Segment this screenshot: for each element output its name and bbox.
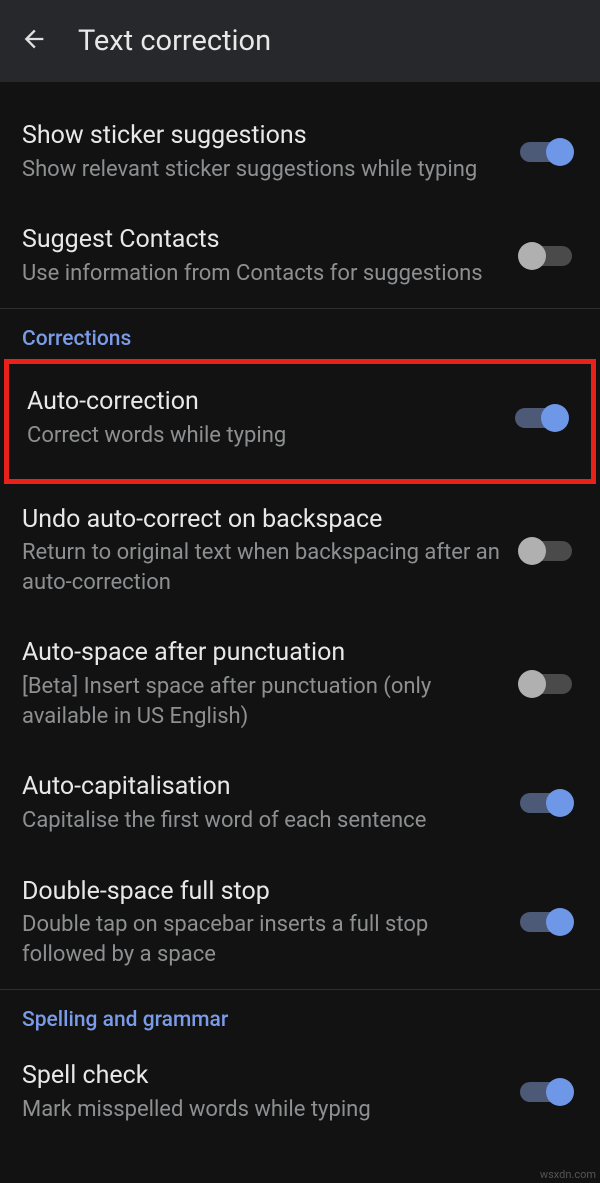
row-undo-auto-correct[interactable]: Undo auto-correct on backspace Return to… [0,484,600,618]
setting-subtitle: Capitalise the first word of each senten… [22,806,504,836]
row-spell-check[interactable]: Spell check Mark misspelled words while … [0,1040,600,1132]
row-auto-space-punctuation[interactable]: Auto-space after punctuation [Beta] Inse… [0,617,600,751]
setting-subtitle: Correct words while typing [27,421,499,451]
setting-subtitle: [Beta] Insert space after punctuation (o… [22,672,504,731]
watermark: wsxdn.com [540,1168,596,1181]
setting-subtitle: Show relevant sticker suggestions while … [22,155,504,185]
setting-title: Undo auto-correct on backspace [22,504,504,537]
settings-list: Show sticker suggestions Show relevant s… [0,82,600,1133]
toggle-auto-capitalisation[interactable] [520,793,572,813]
setting-title: Auto-capitalisation [22,771,504,804]
toggle-auto-correction[interactable] [515,408,567,428]
toggle-spell-check[interactable] [520,1082,572,1102]
row-auto-correction[interactable]: Auto-correction Correct words while typi… [9,364,591,478]
row-double-space-full-stop[interactable]: Double-space full stop Double tap on spa… [0,856,600,990]
setting-subtitle: Double tap on spacebar inserts a full st… [22,910,504,969]
row-auto-capitalisation[interactable]: Auto-capitalisation Capitalise the first… [0,751,600,855]
toggle-undo-auto-correct[interactable] [520,541,572,561]
setting-title: Spell check [22,1060,504,1093]
toggle-double-space-full-stop[interactable] [520,912,572,932]
section-header-corrections: Corrections [0,309,600,359]
setting-subtitle: Use information from Contacts for sugges… [22,259,504,289]
setting-title: Suggest Contacts [22,224,504,257]
row-show-sticker-suggestions[interactable]: Show sticker suggestions Show relevant s… [0,100,600,204]
back-arrow-icon[interactable] [20,25,48,57]
setting-title: Auto-space after punctuation [22,637,504,670]
setting-title: Double-space full stop [22,876,504,909]
setting-subtitle: Return to original text when backspacing… [22,538,504,597]
section-header-spelling-and-grammar: Spelling and grammar [0,990,600,1040]
toggle-suggest-contacts[interactable] [520,246,572,266]
page-title: Text correction [78,24,271,58]
row-suggest-contacts[interactable]: Suggest Contacts Use information from Co… [0,204,600,308]
setting-subtitle: Mark misspelled words while typing [22,1095,504,1125]
setting-title: Auto-correction [27,386,499,419]
toggle-show-sticker-suggestions[interactable] [520,142,572,162]
setting-title: Show sticker suggestions [22,120,504,153]
highlight-box-auto-correction: Auto-correction Correct words while typi… [4,359,596,483]
toggle-auto-space-punctuation[interactable] [520,674,572,694]
app-bar: Text correction [0,0,600,82]
